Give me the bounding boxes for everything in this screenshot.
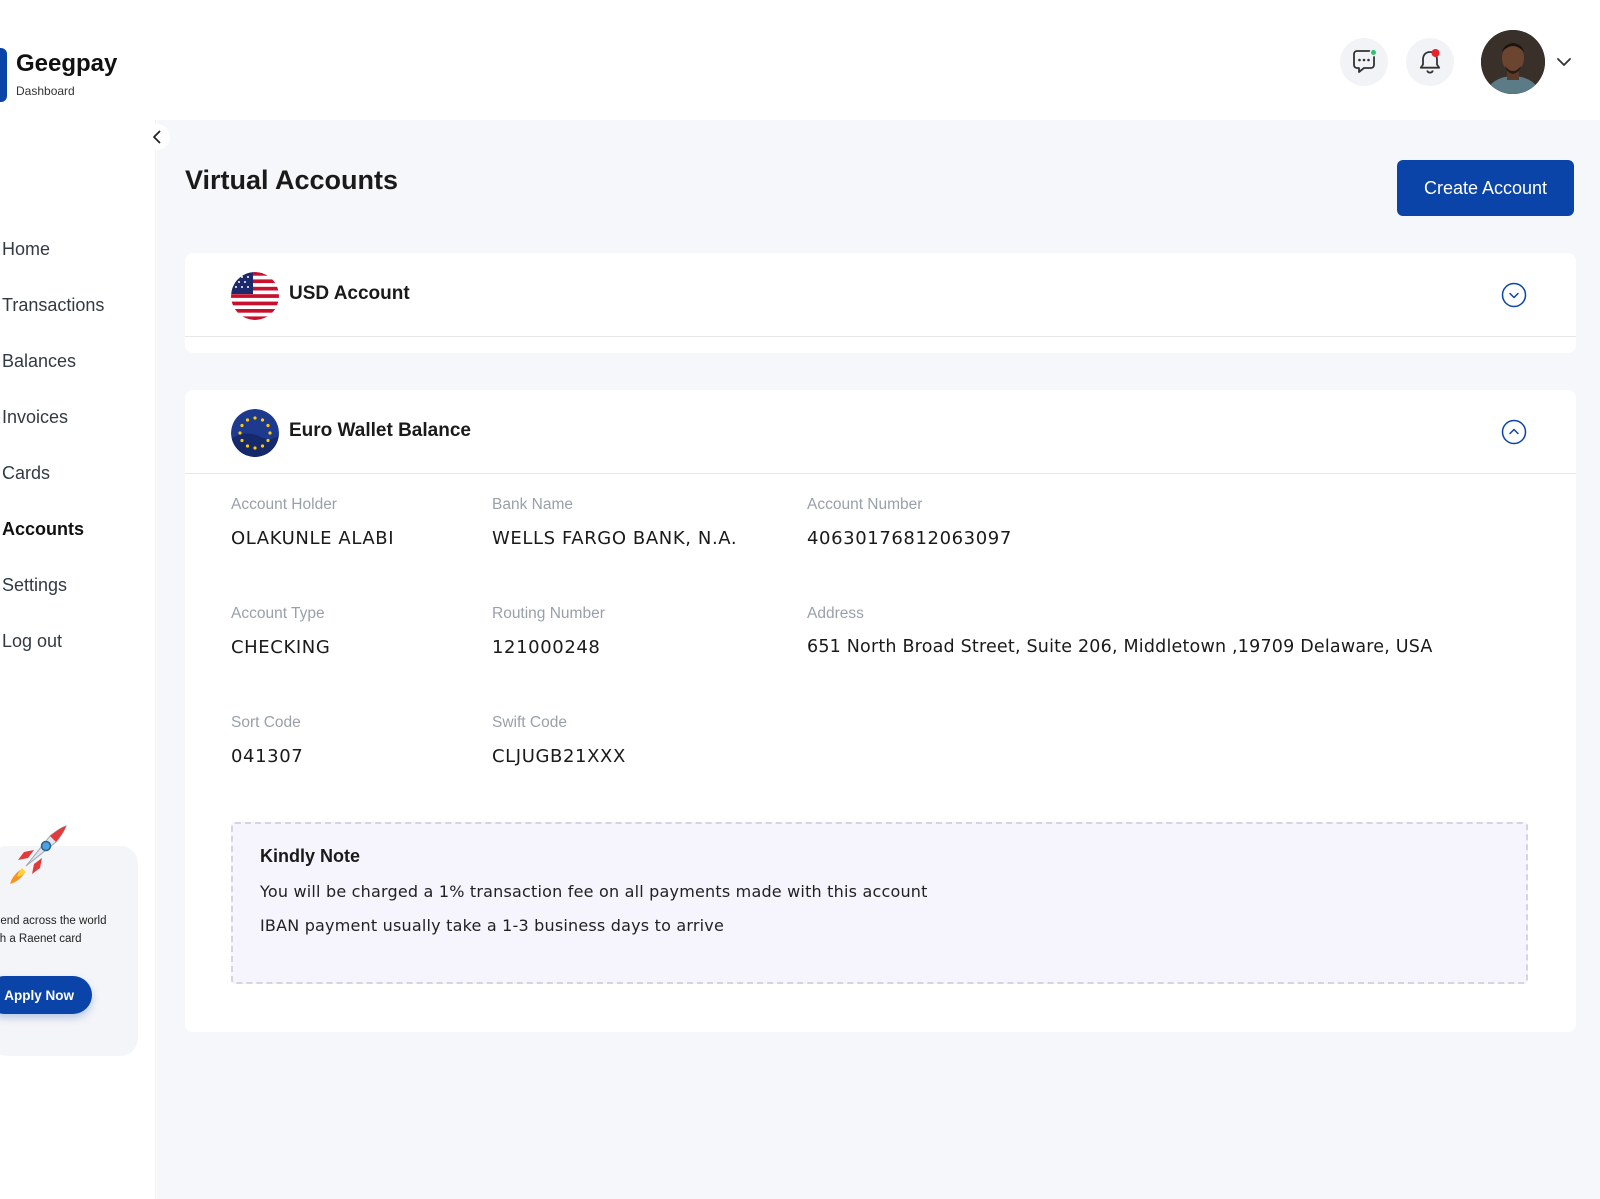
user-avatar[interactable] [1481,30,1545,94]
account-number-value: 40630176812063097 [807,528,1012,549]
brand-subtitle: Dashboard [16,84,75,98]
usd-account-card: USD Account [185,253,1576,353]
note-title: Kindly Note [260,846,361,866]
collapse-chevron-up-icon[interactable] [1501,419,1527,445]
chat-bubble-icon [1353,48,1378,73]
eu-flag-icon [231,409,279,457]
sidebar-item-balances[interactable]: Balances [2,351,76,372]
bank-name-label: Bank Name [492,496,573,513]
note-line-fee: You will be charged a 1% transaction fee… [260,882,928,901]
euro-account-title: Euro Wallet Balance [289,420,471,441]
chevron-left-icon [153,130,161,144]
avatar-photo [1481,30,1545,94]
account-type-field: Account Type CHECKING [231,605,330,658]
brand-name: Geegpay [16,50,118,77]
create-account-button[interactable]: Create Account [1397,160,1574,216]
swift-code-value: CLJUGB21XXX [492,746,626,767]
bank-name-value: WELLS FARGO BANK, N.A. [492,528,738,549]
kindly-note-box: Kindly Note You will be charged a 1% tra… [231,822,1528,984]
sidebar-item-invoices[interactable]: Invoices [2,407,68,428]
note-line-iban: IBAN payment usually take a 1-3 business… [260,916,724,935]
sort-code-label: Sort Code [231,714,301,731]
euro-account-header[interactable]: Euro Wallet Balance [185,390,1576,474]
euro-account-card: Euro Wallet Balance Account Holder OLAKU… [185,390,1576,1032]
apply-now-button[interactable]: Apply Now [0,976,92,1014]
chat-button[interactable] [1340,38,1388,86]
usd-account-header[interactable]: USD Account [185,253,1576,337]
page-title: Virtual Accounts [185,165,399,195]
sidebar-item-cards[interactable]: Cards [2,463,50,484]
account-number-label: Account Number [807,496,923,513]
collapse-sidebar-button[interactable] [144,124,170,150]
expand-chevron-down-icon[interactable] [1501,282,1527,308]
bell-icon [1419,49,1441,74]
routing-number-field: Routing Number 121000248 [492,605,605,658]
swift-code-field: Swift Code CLJUGB21XXX [492,714,626,767]
chevron-down-icon[interactable] [1554,52,1574,72]
brand-logo-mark [0,48,7,102]
top-bar: Geegpay Dashboard [0,0,1600,120]
rocket-icon [10,825,67,884]
swift-code-label: Swift Code [492,714,567,731]
routing-number-value: 121000248 [492,637,601,658]
account-number-field: Account Number 40630176812063097 [807,496,1012,549]
usd-account-title: USD Account [289,283,410,304]
routing-number-label: Routing Number [492,605,605,622]
notifications-button[interactable] [1406,38,1454,86]
promo-text: pend across the world ith a Raenet card [0,915,107,945]
sidebar-item-transactions[interactable]: Transactions [2,295,104,316]
address-value: 651 North Broad Street, Suite 206, Middl… [807,637,1433,657]
sidebar-item-settings[interactable]: Settings [2,575,67,596]
account-type-value: CHECKING [231,637,331,658]
account-holder-value: OLAKUNLE ALABI [231,528,395,549]
sort-code-field: Sort Code 041307 [231,714,303,767]
account-holder-field: Account Holder OLAKUNLE ALABI [231,496,394,549]
account-type-label: Account Type [231,605,325,622]
sidebar-item-home[interactable]: Home [2,239,50,260]
bank-name-field: Bank Name WELLS FARGO BANK, N.A. [492,496,737,549]
us-flag-icon [231,272,279,320]
sidebar-item-accounts[interactable]: Accounts [2,519,84,540]
address-label: Address [807,605,864,622]
address-field: Address 651 North Broad Street, Suite 20… [807,605,1433,657]
account-holder-label: Account Holder [231,496,337,513]
sidebar-item-logout[interactable]: Log out [2,631,62,652]
sort-code-value: 041307 [231,746,304,767]
